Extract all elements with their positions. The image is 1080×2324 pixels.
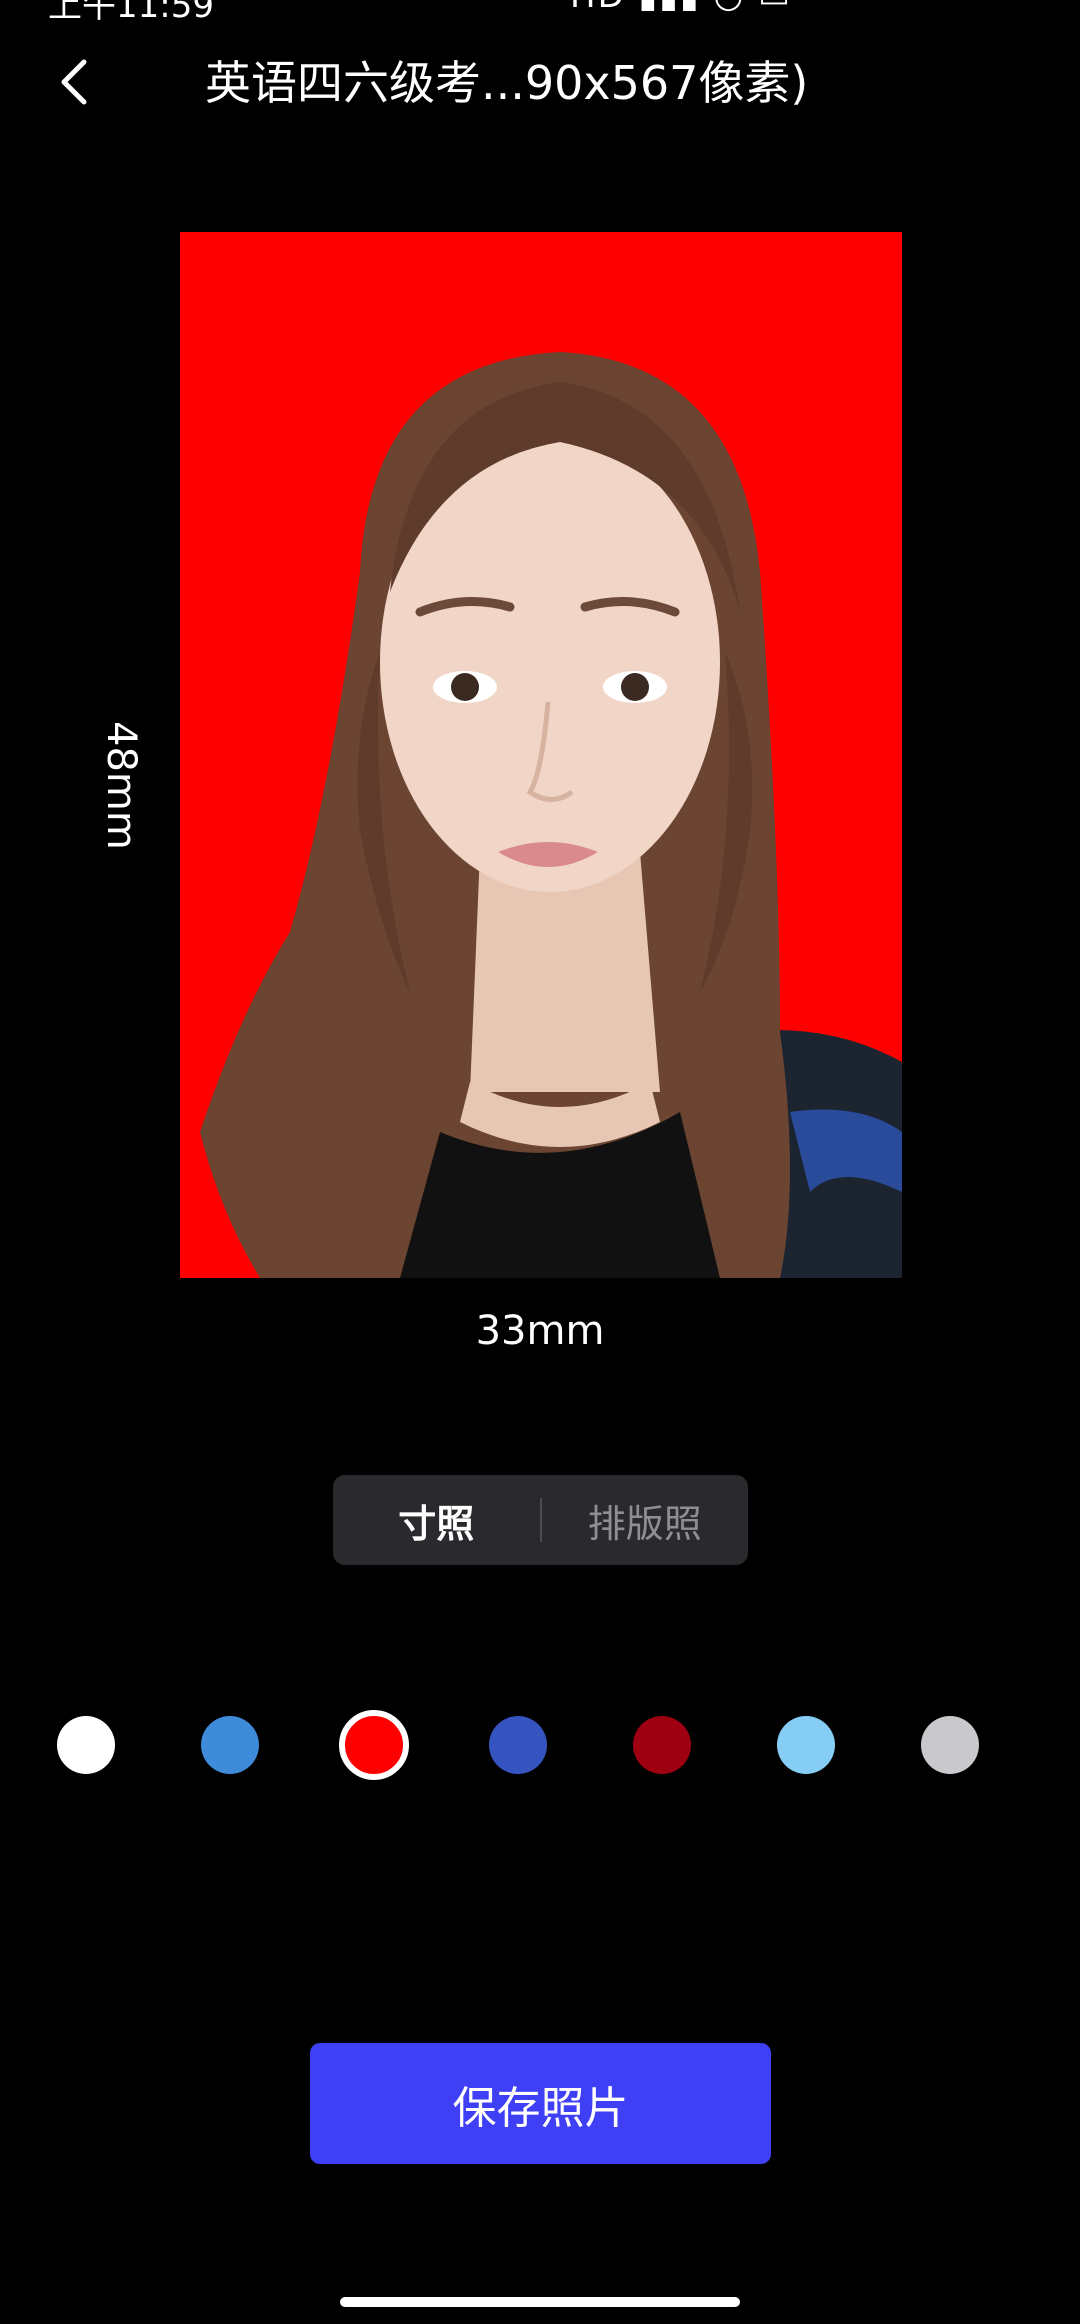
back-button[interactable] [50, 58, 98, 106]
color-swatch-red[interactable] [339, 1710, 409, 1780]
color-swatch-white[interactable] [57, 1716, 115, 1774]
status-icons: HD ▮▮▮ ◔ ▭ [570, 0, 792, 16]
status-time: 上午11:59 [48, 0, 214, 20]
chevron-left-icon [61, 59, 87, 105]
screen: 上午11:59 HD ▮▮▮ ◔ ▭ 英语四六级考...90x567像素) [0, 0, 1080, 2324]
id-photo-preview [180, 232, 902, 1278]
status-bar: 上午11:59 HD ▮▮▮ ◔ ▭ [0, 0, 1080, 20]
color-swatch-blue[interactable] [201, 1716, 259, 1774]
color-swatch-light-blue[interactable] [777, 1716, 835, 1774]
tab-single-photo[interactable]: 寸照 [333, 1475, 540, 1565]
color-swatch-dark-red[interactable] [633, 1716, 691, 1774]
color-swatch-gray[interactable] [921, 1716, 979, 1774]
save-photo-button[interactable]: 保存照片 [310, 2043, 771, 2164]
photo-width-label: 33mm [475, 1308, 605, 1354]
tab-layout-photo[interactable]: 排版照 [542, 1475, 749, 1565]
page-title: 英语四六级考...90x567像素) [205, 56, 809, 110]
photo-type-tabs: 寸照 排版照 [333, 1475, 748, 1565]
home-indicator[interactable] [340, 2297, 740, 2307]
photo-height-label: 48mm [98, 721, 144, 850]
portrait-image [180, 232, 902, 1278]
background-color-picker [0, 1710, 1080, 1780]
color-swatch-dark-blue[interactable] [489, 1716, 547, 1774]
